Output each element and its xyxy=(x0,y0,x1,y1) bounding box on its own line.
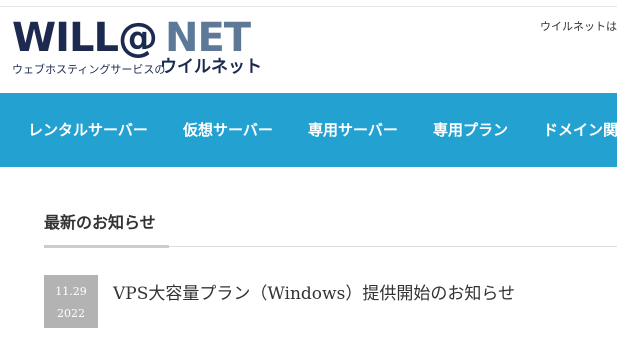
news-item-title-link[interactable]: VPS大容量プラン（Windows）提供開始のお知らせ xyxy=(113,279,515,304)
logo-part2: NET xyxy=(165,15,251,61)
page: WILL@ NET ウェブホスティングサービスの ウイルネット ウイルネットは … xyxy=(0,0,617,361)
news-date-year: 2022 xyxy=(57,307,85,320)
news-heading: 最新のお知らせ xyxy=(44,213,156,232)
top-divider xyxy=(0,6,617,7)
news-heading-underline xyxy=(44,245,169,248)
nav-item-dedicated-plan[interactable]: 専用プラン xyxy=(433,93,508,167)
nav-item-rental-server[interactable]: レンタルサーバー xyxy=(28,93,148,167)
logo-brand: ウイルネット xyxy=(160,57,262,77)
news-date-month-day: 11.29 xyxy=(55,285,87,298)
nav-item-virtual-server[interactable]: 仮想サーバー xyxy=(183,93,273,167)
nav-item-domain[interactable]: ドメイン関 xyxy=(543,93,617,167)
logo-tagline: ウェブホスティングサービスの xyxy=(12,63,166,76)
news-date-badge: 11.29 2022 xyxy=(44,275,98,328)
logo-part1: WILL@ xyxy=(12,15,158,61)
main-navigation: レンタルサーバー 仮想サーバー 専用サーバー 専用プラン ドメイン関 xyxy=(0,93,617,167)
header-note: ウイルネットは xyxy=(540,20,617,33)
site-logo[interactable]: WILL@ NET ウェブホスティングサービスの ウイルネット xyxy=(12,15,262,83)
nav-item-dedicated-server[interactable]: 専用サーバー xyxy=(308,93,398,167)
